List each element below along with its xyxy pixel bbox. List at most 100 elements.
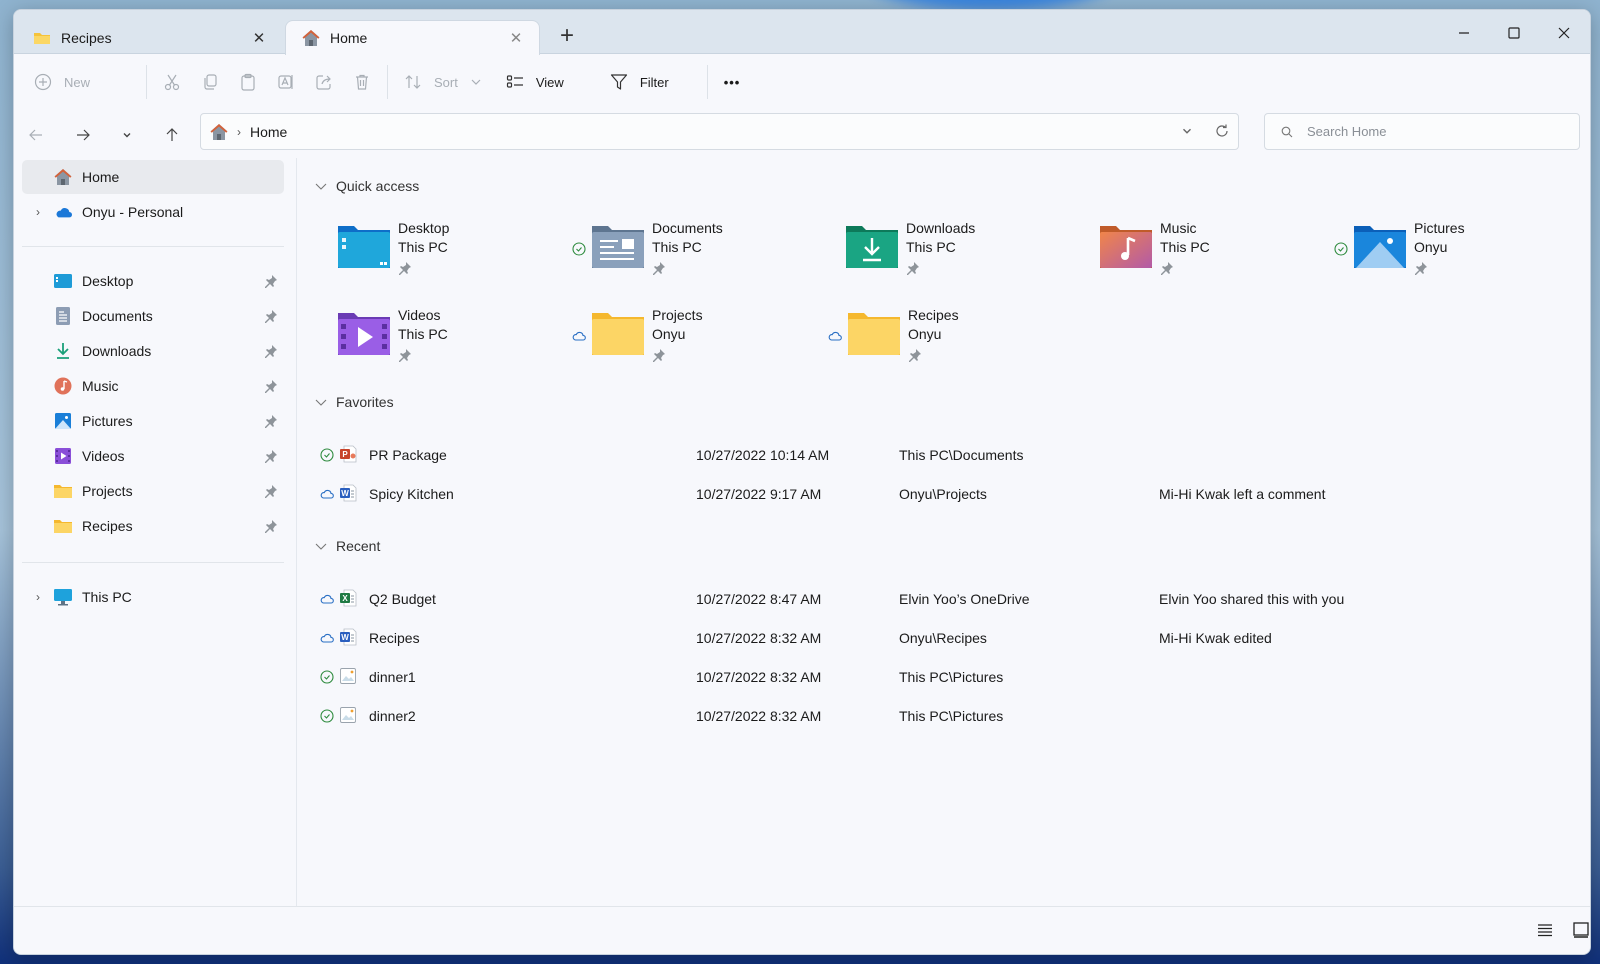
sidebar-item-label: Projects — [82, 483, 133, 499]
quick-access-music[interactable]: Music This PC — [1098, 218, 1328, 284]
quick-access-recipes[interactable]: Recipes Onyu — [828, 305, 1076, 371]
sidebar-item-videos[interactable]: Videos — [22, 439, 284, 473]
pin-icon[interactable] — [264, 484, 278, 498]
videos-icon — [54, 447, 72, 465]
file-location: This PC\Pictures — [899, 669, 1004, 685]
pin-icon[interactable] — [264, 519, 278, 533]
sidebar-item-desktop[interactable]: Desktop — [22, 264, 284, 298]
quick-access-projects[interactable]: Projects Onyu — [572, 305, 820, 371]
pin-icon[interactable] — [264, 274, 278, 288]
tile-name: Videos — [398, 307, 441, 323]
chevron-down-icon[interactable] — [1180, 124, 1194, 138]
large-icons-view-icon[interactable] — [1572, 921, 1590, 939]
file-row-pr-package[interactable]: P PR Package 10/27/2022 10:14 AM This PC… — [314, 439, 1570, 471]
sidebar-item-pictures[interactable]: Pictures — [22, 404, 284, 438]
tab-label: Home — [330, 30, 368, 46]
tile-name: Desktop — [398, 220, 450, 236]
file-activity: Elvin Yoo shared this with you — [1159, 591, 1345, 607]
file-date: 10/27/2022 8:47 AM — [696, 591, 822, 607]
minimize-button[interactable] — [1441, 18, 1487, 48]
sidebar-item-onyu-personal[interactable]: › Onyu - Personal — [22, 195, 284, 229]
favorites-header[interactable]: Favorites — [314, 394, 394, 410]
folder-icon — [54, 517, 72, 535]
close-tab-icon[interactable]: ✕ — [507, 29, 525, 47]
search-box[interactable] — [1264, 113, 1580, 150]
sidebar-item-recipes[interactable]: Recipes — [22, 509, 284, 543]
maximize-button[interactable] — [1491, 18, 1537, 48]
share-button[interactable] — [305, 64, 343, 100]
file-row-dinner1[interactable]: dinner1 10/27/2022 8:32 AM This PC\Pictu… — [314, 661, 1570, 693]
pictures-folder-icon — [1354, 226, 1406, 268]
details-view-icon[interactable] — [1536, 921, 1554, 939]
filter-button[interactable]: Filter — [600, 64, 679, 100]
sort-button[interactable]: Sort — [394, 64, 492, 100]
address-bar[interactable]: › Home — [200, 113, 1239, 150]
sidebar-item-documents[interactable]: Documents — [22, 299, 284, 333]
tile-name: Downloads — [906, 220, 976, 236]
sidebar-item-home[interactable]: Home — [22, 160, 284, 194]
file-name: Spicy Kitchen — [369, 486, 454, 502]
quick-access-desktop[interactable]: Desktop This PC — [336, 218, 566, 284]
sidebar-item-downloads[interactable]: Downloads — [22, 334, 284, 368]
sidebar-item-this-pc[interactable]: › This PC — [22, 580, 284, 614]
file-date: 10/27/2022 10:14 AM — [696, 447, 830, 463]
chevron-right-icon[interactable]: › — [36, 590, 48, 604]
new-button[interactable]: New — [24, 64, 100, 100]
close-window-button[interactable] — [1541, 18, 1587, 48]
tab-home[interactable]: Home ✕ — [285, 20, 540, 55]
command-bar: New Sort View Filter ••• — [14, 54, 1590, 110]
sidebar-item-projects[interactable]: Projects — [22, 474, 284, 508]
divider — [706, 65, 708, 99]
view-button[interactable]: View — [496, 64, 574, 100]
powerpoint-file-icon: P — [340, 445, 357, 463]
title-bar: Recipes ✕ Home ✕ + — [14, 10, 1590, 55]
pin-icon[interactable] — [264, 414, 278, 428]
back-button[interactable] — [18, 120, 54, 150]
forward-button[interactable] — [65, 120, 101, 150]
tile-name: Documents — [652, 220, 723, 236]
quick-access-downloads[interactable]: Downloads This PC — [844, 218, 1074, 284]
quick-access-videos[interactable]: Videos This PC — [336, 305, 566, 371]
cloud-icon — [572, 331, 586, 341]
cut-button[interactable] — [153, 64, 191, 100]
paste-button[interactable] — [229, 64, 267, 100]
breadcrumb-home[interactable]: Home — [250, 124, 287, 140]
chevron-right-icon[interactable]: › — [36, 205, 48, 219]
refresh-icon[interactable] — [1214, 123, 1230, 139]
sidebar-item-label: This PC — [82, 589, 132, 605]
rename-button[interactable] — [267, 64, 305, 100]
file-row-recipes[interactable]: W Recipes 10/27/2022 8:32 AM Onyu\Recipe… — [314, 622, 1570, 654]
svg-text:X: X — [342, 594, 348, 603]
delete-button[interactable] — [343, 64, 381, 100]
quick-access-documents[interactable]: Documents This PC — [572, 218, 820, 284]
onedrive-cloud-icon — [54, 203, 72, 221]
more-options-button[interactable]: ••• — [714, 64, 751, 100]
pin-icon[interactable] — [264, 449, 278, 463]
copy-button[interactable] — [191, 64, 229, 100]
search-input[interactable] — [1307, 124, 1567, 139]
file-row-spicy-kitchen[interactable]: W Spicy Kitchen 10/27/2022 9:17 AM Onyu\… — [314, 478, 1570, 510]
recent-locations-button[interactable] — [109, 120, 145, 150]
file-date: 10/27/2022 8:32 AM — [696, 669, 822, 685]
trash-icon — [356, 74, 369, 90]
sidebar-item-label: Home — [82, 169, 120, 185]
file-activity: Mi-Hi Kwak left a comment — [1159, 486, 1326, 502]
up-button[interactable] — [154, 120, 190, 150]
quick-access-header[interactable]: Quick access — [314, 178, 419, 194]
synced-check-icon — [1334, 242, 1348, 256]
file-row-q2-budget[interactable]: X Q2 Budget 10/27/2022 8:47 AM Elvin Yoo… — [314, 583, 1570, 615]
sidebar-item-music[interactable]: Music — [22, 369, 284, 403]
arrow-left-icon — [29, 129, 42, 141]
chevron-down-icon — [471, 79, 481, 85]
pin-icon[interactable] — [264, 379, 278, 393]
quick-access-pictures[interactable]: Pictures Onyu — [1334, 218, 1582, 284]
divider — [22, 246, 284, 247]
synced-check-icon — [572, 242, 586, 256]
pin-icon[interactable] — [264, 344, 278, 358]
tab-recipes[interactable]: Recipes ✕ — [17, 20, 282, 55]
file-row-dinner2[interactable]: dinner2 10/27/2022 8:32 AM This PC\Pictu… — [314, 700, 1570, 732]
recent-header[interactable]: Recent — [314, 538, 380, 554]
new-tab-button[interactable]: + — [552, 22, 582, 50]
close-tab-icon[interactable]: ✕ — [250, 29, 268, 47]
pin-icon[interactable] — [264, 309, 278, 323]
